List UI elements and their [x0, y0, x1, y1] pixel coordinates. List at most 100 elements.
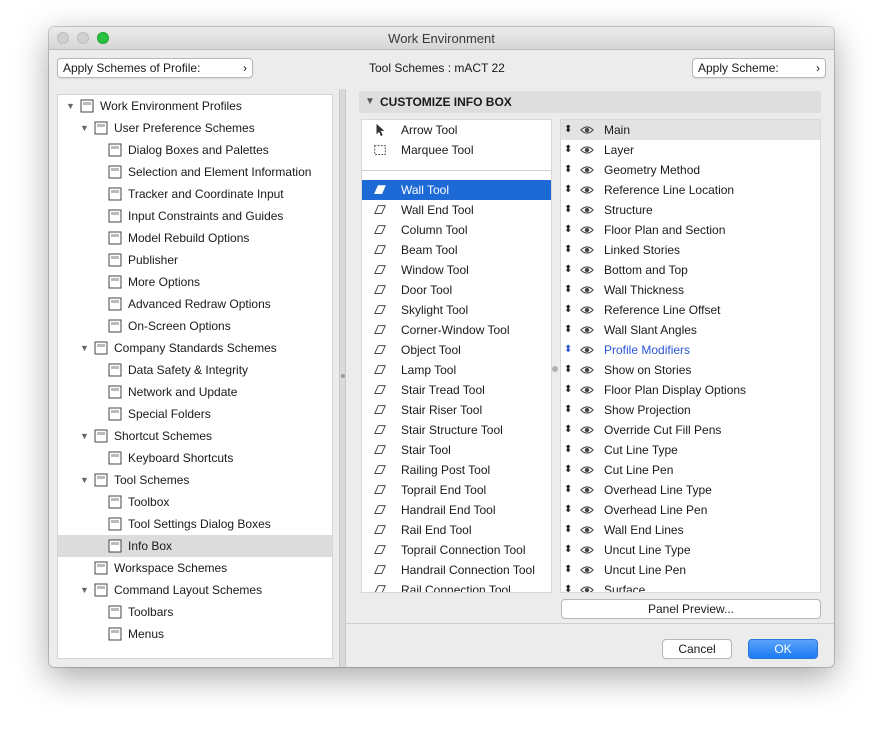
eye-icon[interactable] — [578, 163, 596, 177]
panel-row[interactable]: ⬍ Bottom and Top — [561, 260, 820, 280]
tree-item[interactable]: ▼ Company Standards Schemes — [58, 337, 332, 359]
panel-row[interactable]: ⬍ Show on Stories — [561, 360, 820, 380]
disclosure-down-icon[interactable]: ▼ — [66, 95, 76, 117]
reorder-handle-icon[interactable]: ⬍ — [564, 340, 572, 360]
eye-icon[interactable] — [578, 423, 596, 437]
tool-item[interactable]: Stair Tool — [362, 440, 551, 460]
tree-item[interactable]: Tool Settings Dialog Boxes — [58, 513, 332, 535]
panel-row[interactable]: ⬍ Uncut Line Pen — [561, 560, 820, 580]
tool-item[interactable]: Rail End Tool — [362, 520, 551, 540]
tree-item[interactable]: Publisher — [58, 249, 332, 271]
eye-icon[interactable] — [578, 523, 596, 537]
disclosure-down-icon[interactable]: ▼ — [80, 425, 90, 447]
tool-list[interactable]: Arrow Tool Marquee Tool Wall Tool Wall End … — [361, 119, 552, 593]
tree-item[interactable]: Input Constraints and Guides — [58, 205, 332, 227]
tree-item[interactable]: Dialog Boxes and Palettes — [58, 139, 332, 161]
tool-item[interactable]: Handrail Connection Tool — [362, 560, 551, 580]
reorder-handle-icon[interactable]: ⬍ — [564, 500, 572, 520]
tool-item[interactable]: Arrow Tool — [362, 120, 551, 140]
panel-row[interactable]: ⬍ Wall Thickness — [561, 280, 820, 300]
tool-item[interactable]: Marquee Tool — [362, 140, 551, 160]
splitter-grip[interactable] — [341, 374, 345, 378]
reorder-handle-icon[interactable]: ⬍ — [564, 460, 572, 480]
tree-item[interactable]: ▼ User Preference Schemes — [58, 117, 332, 139]
reorder-handle-icon[interactable]: ⬍ — [564, 220, 572, 240]
pane-splitter[interactable] — [339, 89, 346, 667]
apply-scheme-popup[interactable]: Apply Scheme: › — [692, 58, 826, 78]
tree-item[interactable]: Toolbox — [58, 491, 332, 513]
eye-icon[interactable] — [578, 283, 596, 297]
tree-item[interactable]: ▼ Shortcut Schemes — [58, 425, 332, 447]
tree-item[interactable]: Advanced Redraw Options — [58, 293, 332, 315]
tool-item[interactable]: Window Tool — [362, 260, 551, 280]
tree-item[interactable]: Data Safety & Integrity — [58, 359, 332, 381]
title-bar[interactable]: Work Environment — [49, 27, 834, 50]
panel-row[interactable]: ⬍ Override Cut Fill Pens — [561, 420, 820, 440]
eye-icon[interactable] — [578, 503, 596, 517]
eye-icon[interactable] — [578, 323, 596, 337]
panel-preview-button[interactable]: Panel Preview... — [561, 599, 821, 619]
tree-item[interactable]: ▼ Work Environment Profiles — [58, 95, 332, 117]
ok-button[interactable]: OK — [748, 639, 818, 659]
tree-item[interactable]: On-Screen Options — [58, 315, 332, 337]
customize-info-box-header[interactable]: ▼ CUSTOMIZE INFO BOX — [359, 91, 821, 113]
tool-item[interactable]: Door Tool — [362, 280, 551, 300]
panel-row[interactable]: ⬍ Wall End Lines — [561, 520, 820, 540]
tree-item[interactable]: Menus — [58, 623, 332, 645]
reorder-handle-icon[interactable]: ⬍ — [564, 320, 572, 340]
reorder-handle-icon[interactable]: ⬍ — [564, 400, 572, 420]
tree-item[interactable]: Model Rebuild Options — [58, 227, 332, 249]
eye-icon[interactable] — [578, 403, 596, 417]
tree-item[interactable]: More Options — [58, 271, 332, 293]
panel-row[interactable]: ⬍ Uncut Line Type — [561, 540, 820, 560]
panel-row[interactable]: ⬍ Overhead Line Pen — [561, 500, 820, 520]
panel-row[interactable]: ⬍ Linked Stories — [561, 240, 820, 260]
reorder-handle-icon[interactable]: ⬍ — [564, 200, 572, 220]
reorder-handle-icon[interactable]: ⬍ — [564, 160, 572, 180]
info-box-panel-list[interactable]: ⬍ Main ⬍ Layer ⬍ Geometry Method ⬍ Reference Li… — [560, 119, 821, 593]
tool-item[interactable]: Stair Riser Tool — [362, 400, 551, 420]
tool-item[interactable]: Toprail Connection Tool — [362, 540, 551, 560]
panel-row[interactable]: ⬍ Floor Plan Display Options — [561, 380, 820, 400]
panel-row[interactable]: ⬍ Wall Slant Angles — [561, 320, 820, 340]
eye-icon[interactable] — [578, 443, 596, 457]
tool-item[interactable]: Corner-Window Tool — [362, 320, 551, 340]
reorder-handle-icon[interactable]: ⬍ — [564, 140, 572, 160]
disclosure-down-icon[interactable]: ▼ — [365, 91, 375, 113]
eye-icon[interactable] — [578, 563, 596, 577]
reorder-handle-icon[interactable]: ⬍ — [564, 280, 572, 300]
reorder-handle-icon[interactable]: ⬍ — [564, 440, 572, 460]
eye-icon[interactable] — [578, 243, 596, 257]
panel-row[interactable]: ⬍ Show Projection — [561, 400, 820, 420]
tree-item[interactable]: Keyboard Shortcuts — [58, 447, 332, 469]
eye-icon[interactable] — [578, 303, 596, 317]
eye-icon[interactable] — [578, 263, 596, 277]
panel-row[interactable]: ⬍ Profile Modifiers — [561, 340, 820, 360]
eye-icon[interactable] — [578, 143, 596, 157]
tool-item[interactable]: Handrail End Tool — [362, 500, 551, 520]
eye-icon[interactable] — [578, 363, 596, 377]
tree-item[interactable]: Selection and Element Information — [58, 161, 332, 183]
reorder-handle-icon[interactable]: ⬍ — [564, 520, 572, 540]
panel-row[interactable]: ⬍ Cut Line Pen — [561, 460, 820, 480]
panel-row[interactable]: ⬍ Floor Plan and Section — [561, 220, 820, 240]
panel-row[interactable]: ⬍ Structure — [561, 200, 820, 220]
reorder-handle-icon[interactable]: ⬍ — [564, 240, 572, 260]
tool-item[interactable]: Beam Tool — [362, 240, 551, 260]
tool-item[interactable]: Lamp Tool — [362, 360, 551, 380]
tool-item[interactable]: Rail Connection Tool — [362, 580, 551, 592]
eye-icon[interactable] — [578, 183, 596, 197]
reorder-handle-icon[interactable]: ⬍ — [564, 300, 572, 320]
tool-item[interactable]: Toprail End Tool — [362, 480, 551, 500]
reorder-handle-icon[interactable]: ⬍ — [564, 420, 572, 440]
panel-row[interactable]: ⬍ Overhead Line Type — [561, 480, 820, 500]
tool-item[interactable]: Wall Tool — [362, 180, 551, 200]
tree-item[interactable]: ▼ Tool Schemes — [58, 469, 332, 491]
list-splitter-grip[interactable] — [552, 366, 558, 372]
tree-item[interactable]: Special Folders — [58, 403, 332, 425]
tree-item[interactable]: ▼ Command Layout Schemes — [58, 579, 332, 601]
tree-item[interactable]: Info Box — [58, 535, 332, 557]
disclosure-down-icon[interactable]: ▼ — [80, 579, 90, 601]
eye-icon[interactable] — [578, 123, 596, 137]
tool-item[interactable]: Object Tool — [362, 340, 551, 360]
